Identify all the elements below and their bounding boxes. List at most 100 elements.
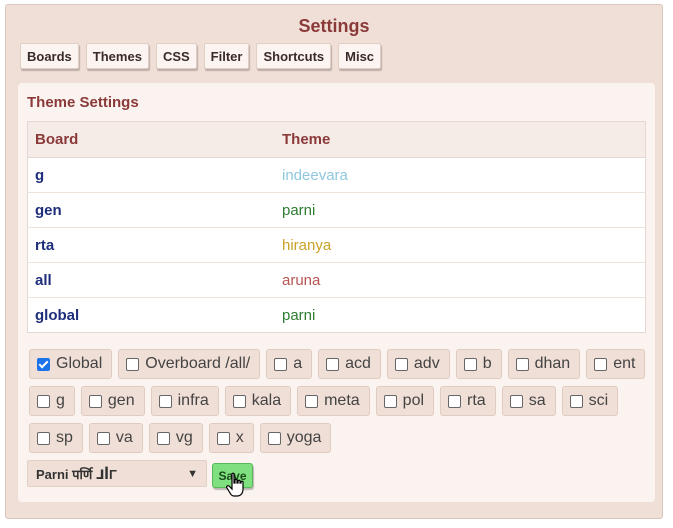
board-checkbox[interactable]: dhan <box>507 349 581 379</box>
board-cell: all <box>27 262 275 298</box>
board-checkbox-label: sa <box>528 392 546 409</box>
theme-table: Board Theme g indeevara gen parni rta hiranya… <box>27 121 646 333</box>
checkbox-icon[interactable] <box>274 357 288 371</box>
board-checkbox[interactable]: b <box>455 349 502 379</box>
checkbox-icon[interactable] <box>394 357 408 371</box>
board-checkbox[interactable]: Global <box>29 349 113 379</box>
theme-cell: parni <box>275 297 646 333</box>
checkbox-icon[interactable] <box>515 357 529 371</box>
board-checkbox[interactable]: ent <box>586 349 646 379</box>
checkbox-checked-icon[interactable] <box>37 357 50 371</box>
board-checkbox-label: meta <box>324 392 360 409</box>
board-checkbox-label: gen <box>107 392 135 409</box>
board-checkbox[interactable]: kala <box>224 386 292 416</box>
hand-cursor-icon <box>226 472 244 497</box>
table-row: all aruna <box>27 262 646 298</box>
board-checkbox[interactable]: pol <box>375 386 435 416</box>
checkbox-icon[interactable] <box>156 431 170 445</box>
checkbox-icon[interactable] <box>383 394 397 408</box>
board-checkbox[interactable]: g <box>29 386 75 416</box>
column-header-board: Board <box>27 121 275 158</box>
board-checkbox[interactable]: yoga <box>259 423 332 453</box>
board-checkbox[interactable]: Overboard /all/ <box>118 349 261 379</box>
checkbox-icon[interactable] <box>88 394 102 408</box>
theme-cell: hiranya <box>275 227 646 263</box>
tab-css[interactable]: CSS <box>155 43 197 69</box>
board-checkbox[interactable]: sa <box>501 386 556 416</box>
checkbox-icon[interactable] <box>594 357 608 371</box>
table-row: rta hiranya <box>27 227 646 263</box>
checkbox-icon[interactable] <box>158 394 172 408</box>
theme-select[interactable]: Parni पर्णि ⅃ꟾΓ ▼ <box>27 460 207 487</box>
board-checkbox-label: rta <box>467 392 486 409</box>
checkbox-icon[interactable] <box>326 357 340 371</box>
board-checkbox-label: ent <box>613 355 636 372</box>
board-checkbox-label: vg <box>175 429 193 446</box>
board-checkbox-label: sp <box>56 429 73 446</box>
checkbox-icon[interactable] <box>37 394 50 408</box>
board-checkbox-label: x <box>235 429 244 446</box>
board-checkbox-label: pol <box>402 392 425 409</box>
table-header: Board Theme <box>27 121 646 158</box>
board-checkbox-label: acd <box>345 355 371 372</box>
board-checkbox-label: g <box>56 392 65 409</box>
table-row: g indeevara <box>27 157 646 193</box>
checkbox-icon[interactable] <box>96 431 110 445</box>
board-checkbox-label: a <box>293 355 303 372</box>
tab-boards[interactable]: Boards <box>20 43 79 69</box>
board-checkbox-label: Global <box>56 355 103 372</box>
board-checkbox[interactable]: sp <box>29 423 83 453</box>
board-checkbox-label: adv <box>413 355 440 372</box>
board-checkbox[interactable]: adv <box>386 349 450 379</box>
theme-select-value: Parni पर्णि ⅃ꟾΓ <box>36 466 117 482</box>
checkbox-icon[interactable] <box>232 394 246 408</box>
settings-title: Settings <box>298 16 370 36</box>
board-cell: rta <box>27 227 275 263</box>
checkbox-icon[interactable] <box>305 394 319 408</box>
column-header-theme: Theme <box>275 121 646 158</box>
checkbox-icon[interactable] <box>37 431 50 445</box>
theme-cell: aruna <box>275 262 646 298</box>
board-checkbox-label: va <box>115 429 133 446</box>
board-checkbox[interactable]: acd <box>318 349 381 379</box>
checkbox-icon[interactable] <box>448 394 462 408</box>
board-checkbox-label: Overboard /all/ <box>145 355 251 372</box>
tab-themes[interactable]: Themes <box>85 43 149 69</box>
theme-settings-card: Theme Settings Board Theme g indeevara gen… <box>18 83 655 502</box>
board-checkbox-list: Global Overboard /all/a acd adv b dhan ent g gen… <box>29 349 649 453</box>
board-checkbox[interactable]: infra <box>150 386 219 416</box>
board-checkbox[interactable]: rta <box>440 386 496 416</box>
board-cell: g <box>27 157 275 193</box>
checkbox-icon[interactable] <box>267 431 281 445</box>
checkbox-icon[interactable] <box>569 394 583 408</box>
section-title: Theme Settings <box>27 94 139 111</box>
board-checkbox[interactable]: vg <box>148 423 203 453</box>
settings-tabs: Boards Themes CSS Filter Shortcuts Misc <box>20 43 382 69</box>
tab-misc[interactable]: Misc <box>338 43 382 69</box>
board-checkbox-label: infra <box>177 392 209 409</box>
checkbox-icon[interactable] <box>216 431 230 445</box>
board-checkbox-label: kala <box>251 392 282 409</box>
checkbox-icon[interactable] <box>509 394 523 408</box>
theme-cell: parni <box>275 192 646 228</box>
board-cell: gen <box>27 192 275 228</box>
tab-shortcuts[interactable]: Shortcuts <box>256 43 332 69</box>
board-checkbox[interactable]: meta <box>297 386 370 416</box>
chevron-down-icon: ▼ <box>187 467 198 480</box>
board-checkbox[interactable]: va <box>88 423 143 453</box>
board-checkbox-label: dhan <box>534 355 571 372</box>
board-cell: global <box>27 297 275 333</box>
board-checkbox-label: sci <box>588 392 609 409</box>
tab-filter[interactable]: Filter <box>203 43 250 69</box>
theme-cell: indeevara <box>275 157 646 193</box>
board-checkbox[interactable]: sci <box>561 386 619 416</box>
board-checkbox[interactable]: x <box>208 423 254 453</box>
checkbox-icon[interactable] <box>463 357 477 371</box>
board-checkbox-label: b <box>482 355 492 372</box>
table-row: gen parni <box>27 192 646 228</box>
board-checkbox[interactable]: a <box>266 349 313 379</box>
board-checkbox[interactable]: gen <box>80 386 145 416</box>
board-checkbox-label: yoga <box>286 429 322 446</box>
settings-panel: Settings Boards Themes CSS Filter Shortc… <box>5 4 663 519</box>
checkbox-icon[interactable] <box>126 357 140 371</box>
